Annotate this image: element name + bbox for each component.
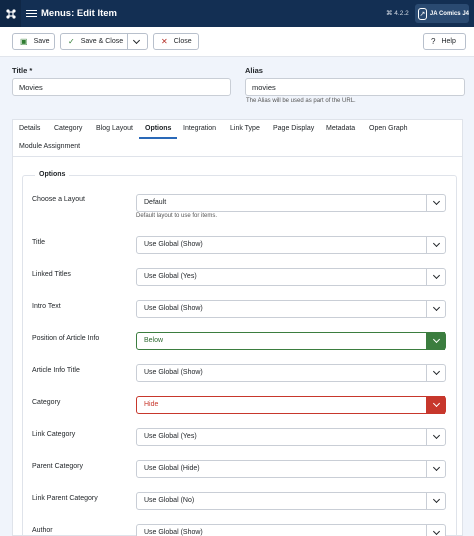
tab-module-assignment[interactable]: Module Assignment — [19, 143, 80, 150]
select-value: Default — [144, 199, 167, 206]
select-value: Use Global (Hide) — [144, 465, 200, 472]
tab-blog-layout[interactable]: Blog Layout — [96, 125, 133, 132]
label-link-parent-category: Link Parent Category — [32, 495, 98, 502]
close-button[interactable]: ✕ Close — [153, 33, 199, 50]
chevron-down-icon — [426, 492, 445, 510]
site-label: JA Comics J4 — [429, 10, 469, 17]
save-close-label: Save & Close — [80, 38, 124, 45]
joomla-logo-icon[interactable] — [0, 0, 21, 27]
options-legend: Options — [35, 171, 70, 178]
label-article-info-title: Article Info Title — [32, 367, 80, 374]
tab-category[interactable]: Category — [54, 125, 82, 132]
top-header: Menus: Edit Item ⌘ 4.2.2 ↗ JA Comics J4 — [0, 0, 474, 27]
label-link-category: Link Category — [32, 431, 76, 438]
chevron-down-icon[interactable] — [132, 36, 141, 45]
title-input[interactable]: Movies — [12, 78, 231, 96]
page-title: Menus: Edit Item — [41, 8, 118, 19]
question-icon: ? — [431, 37, 436, 46]
label-choose-a-layout: Choose a Layout — [32, 196, 85, 203]
chevron-down-icon — [426, 268, 445, 286]
check-icon: ✓ — [68, 37, 75, 46]
tab-open-graph[interactable]: Open Graph — [369, 125, 408, 132]
tab-link-type[interactable]: Link Type — [230, 125, 260, 132]
select-intro-text[interactable]: Use Global (Show) — [136, 300, 446, 318]
select-article-info-title[interactable]: Use Global (Show) — [136, 364, 446, 382]
select-value: Below — [144, 337, 164, 344]
select-value: Use Global (No) — [144, 497, 195, 504]
help-label: Help — [441, 38, 456, 45]
select-value: Use Global (Show) — [144, 369, 203, 376]
alias-help-text: The Alias will be used as part of the UR… — [246, 98, 356, 104]
split-divider — [127, 34, 128, 49]
tab-metadata[interactable]: Metadata — [326, 125, 355, 132]
alias-input[interactable]: movies — [245, 78, 465, 96]
select-link-category[interactable]: Use Global (Yes) — [136, 428, 446, 446]
version-label: ⌘ 4.2.2 — [386, 10, 409, 17]
label-category: Category — [32, 399, 61, 406]
label-linked-titles: Linked Titles — [32, 271, 71, 278]
chevron-down-icon — [426, 194, 445, 212]
select-category[interactable]: Hide — [136, 396, 446, 414]
alias-label: Alias — [245, 66, 263, 75]
help-button[interactable]: ? Help — [423, 33, 466, 50]
select-value: Use Global (Show) — [144, 529, 203, 536]
active-tab-indicator — [139, 137, 177, 139]
select-value: Use Global (Show) — [144, 241, 203, 248]
save-icon: ▣ — [20, 37, 28, 46]
tab-integration[interactable]: Integration — [183, 125, 216, 132]
tab-options[interactable]: Options — [145, 125, 171, 132]
layout-help-text: Default layout to use for items. — [136, 213, 218, 219]
title-label: Title * — [12, 66, 33, 75]
select-author[interactable]: Use Global (Show) — [136, 524, 446, 536]
menu-list-icon — [26, 8, 37, 19]
select-position-of-article-info[interactable]: Below — [136, 332, 446, 350]
select-choose-a-layout[interactable]: Default — [136, 194, 446, 212]
label-author: Author — [32, 527, 53, 534]
label-position-of-article-info: Position of Article Info — [32, 335, 100, 342]
chevron-down-icon — [426, 460, 445, 478]
chevron-down-icon — [426, 524, 445, 536]
chevron-down-icon — [426, 396, 445, 414]
select-linked-titles[interactable]: Use Global (Yes) — [136, 268, 446, 286]
chevron-down-icon — [426, 364, 445, 382]
site-link-button[interactable]: ↗ JA Comics J4 — [415, 4, 469, 23]
select-value: Use Global (Show) — [144, 305, 203, 312]
select-parent-category[interactable]: Use Global (Hide) — [136, 460, 446, 478]
save-label: Save — [33, 38, 50, 45]
toolbar: ▣ Save ✓ Save & Close ✕ Close ? Help — [0, 27, 474, 57]
chevron-down-icon — [426, 428, 445, 446]
tab-page-display[interactable]: Page Display — [273, 125, 314, 132]
label-title: Title — [32, 239, 45, 246]
close-label: Close — [173, 38, 192, 45]
options-fieldset — [22, 175, 457, 536]
tab-details[interactable]: Details — [19, 125, 40, 132]
select-title[interactable]: Use Global (Show) — [136, 236, 446, 254]
save-close-button[interactable]: ✓ Save & Close — [60, 33, 148, 50]
label-intro-text: Intro Text — [32, 303, 61, 310]
label-parent-category: Parent Category — [32, 463, 83, 470]
chevron-down-icon — [426, 332, 445, 350]
close-icon: ✕ — [161, 37, 168, 46]
chevron-down-icon — [426, 236, 445, 254]
save-button[interactable]: ▣ Save — [12, 33, 55, 50]
external-link-icon: ↗ — [418, 7, 427, 20]
select-value: Use Global (Yes) — [144, 433, 197, 440]
chevron-down-icon — [426, 300, 445, 318]
select-value: Hide — [144, 401, 159, 408]
select-link-parent-category[interactable]: Use Global (No) — [136, 492, 446, 510]
select-value: Use Global (Yes) — [144, 273, 197, 280]
